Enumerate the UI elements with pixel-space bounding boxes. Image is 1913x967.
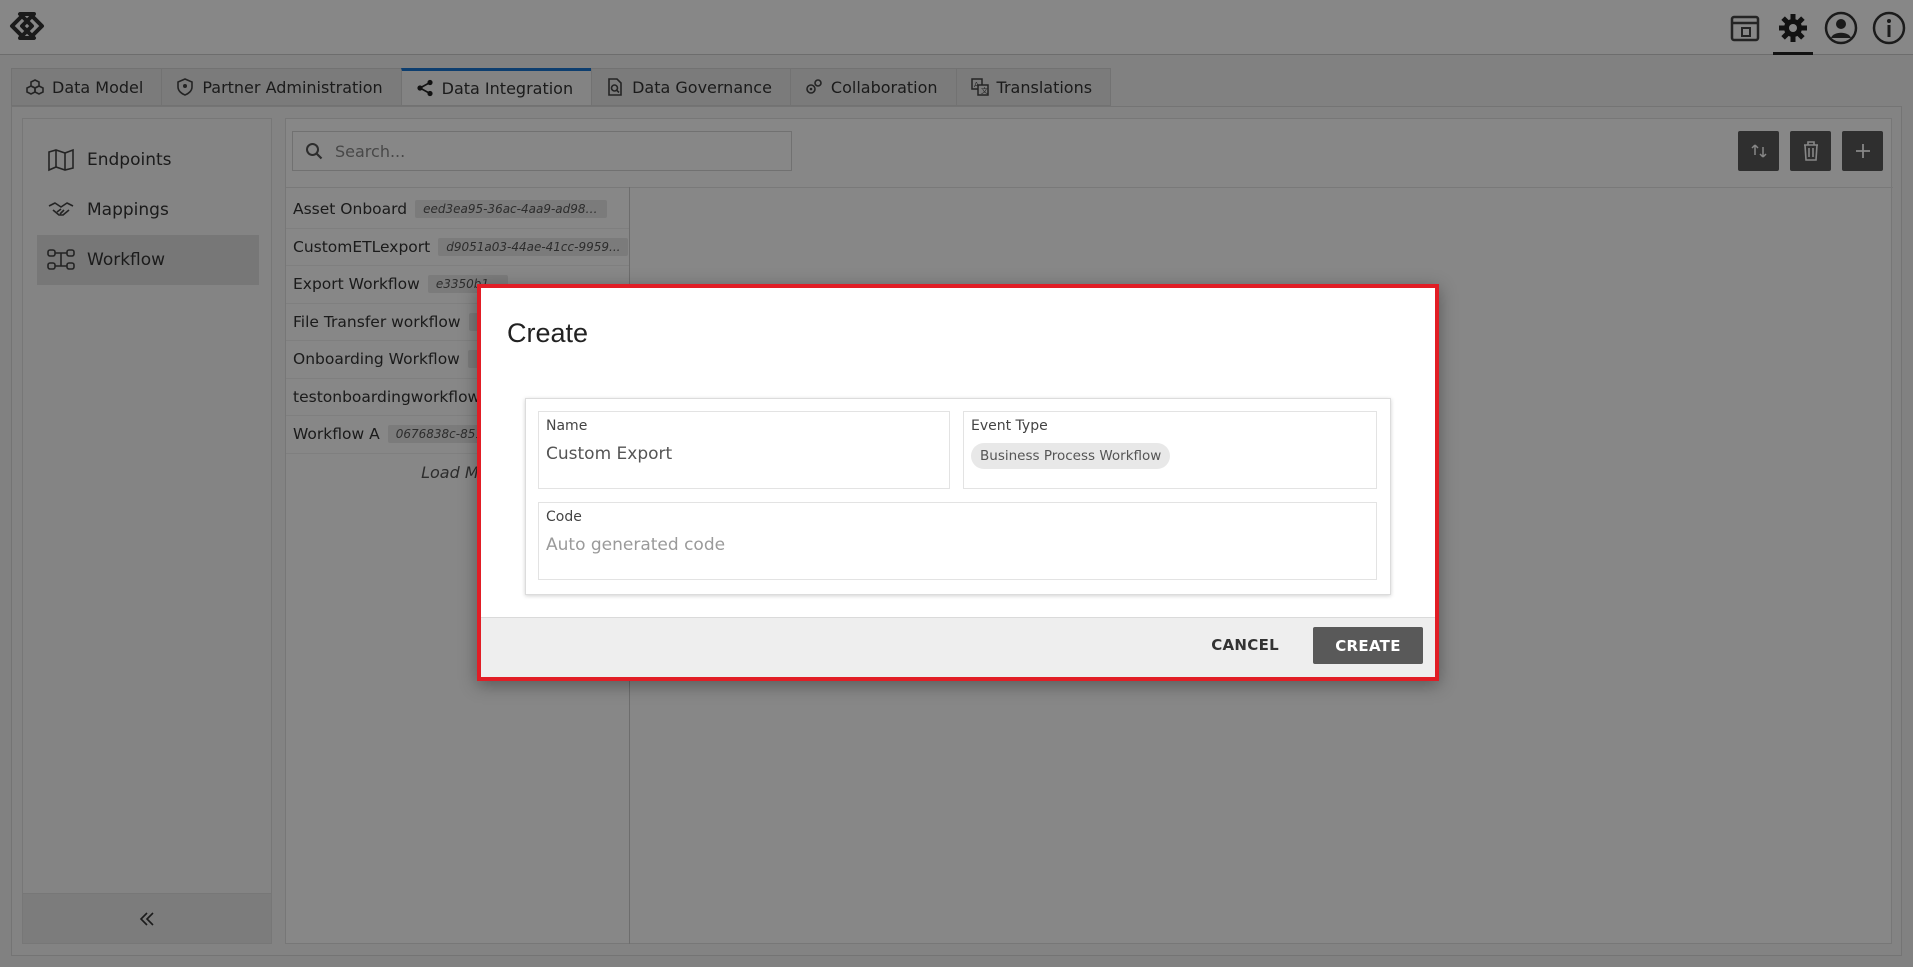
event-type-chip[interactable]: Business Process Workflow (971, 443, 1171, 469)
code-input[interactable] (546, 535, 1335, 555)
dialog-footer: CANCEL CREATE (481, 617, 1435, 677)
dialog-title: Create (507, 318, 589, 348)
name-field[interactable]: Name (538, 411, 950, 489)
create-form: Name Event Type Business Process Workflo… (525, 398, 1391, 595)
name-label: Name (546, 418, 588, 434)
code-label: Code (546, 509, 582, 525)
cancel-button[interactable]: CANCEL (1211, 636, 1279, 654)
code-field[interactable]: Code (538, 502, 1377, 580)
create-dialog: Create Name Event Type Business Process … (477, 284, 1439, 681)
name-input[interactable] (546, 444, 929, 464)
create-button[interactable]: CREATE (1313, 627, 1423, 664)
event-type-field[interactable]: Event Type Business Process Workflow (963, 411, 1377, 489)
event-type-label: Event Type (971, 418, 1048, 434)
